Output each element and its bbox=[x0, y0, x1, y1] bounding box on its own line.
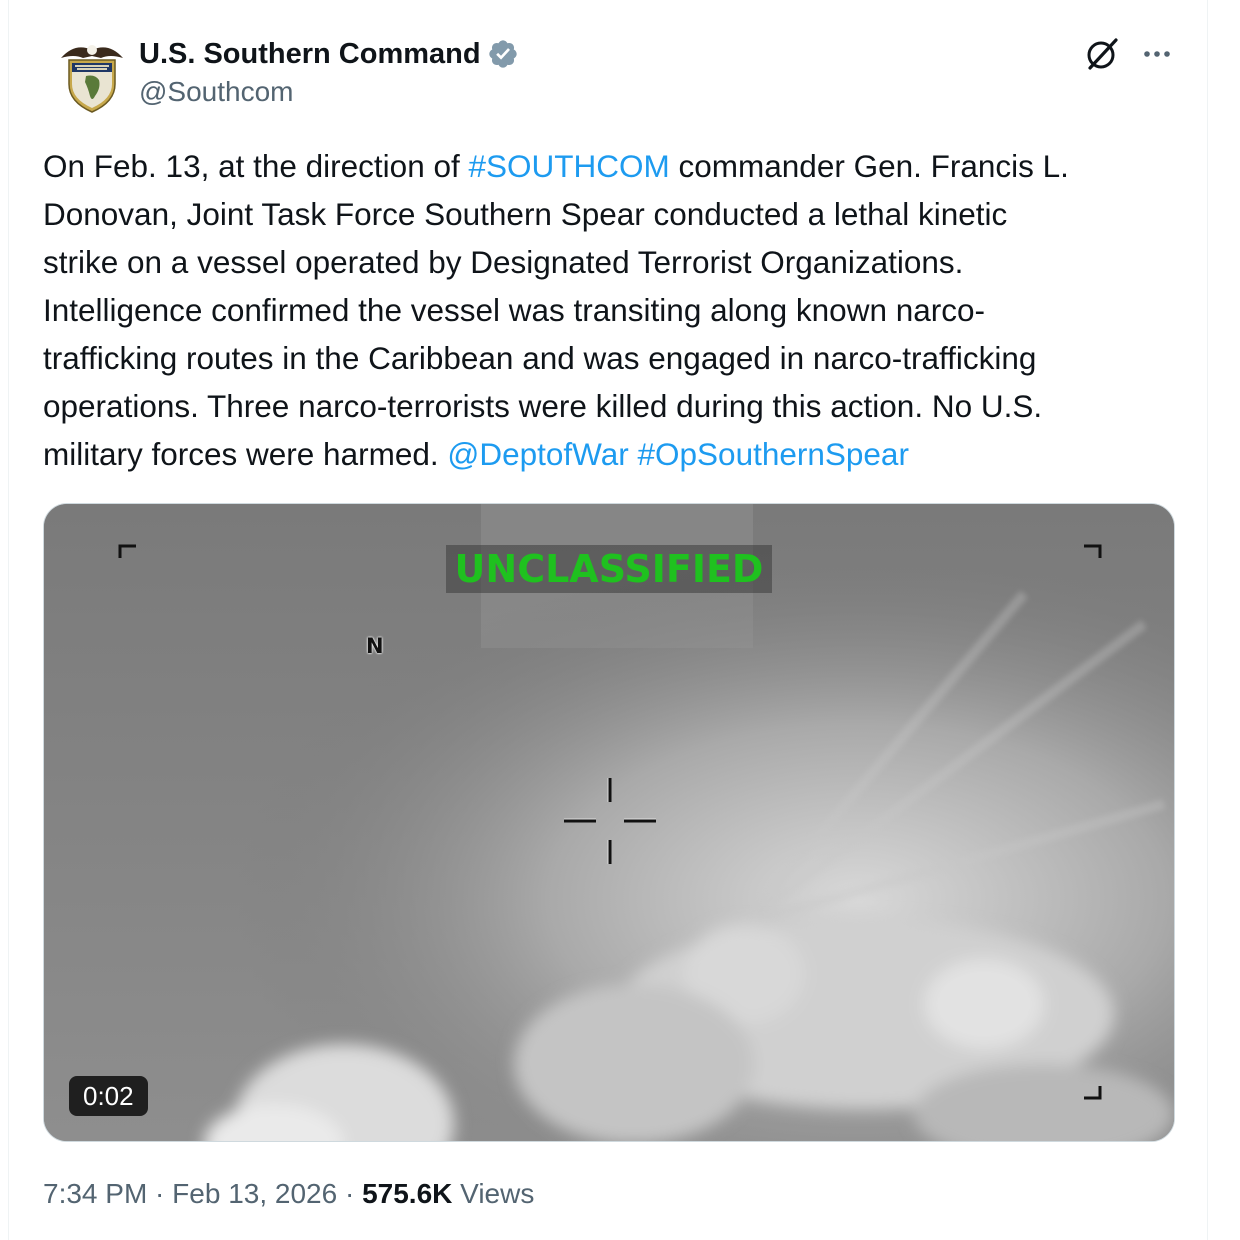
video-player[interactable]: UNCLASSIFIED N 0:02 bbox=[43, 503, 1175, 1142]
author-name-row[interactable]: U.S. Southern Command bbox=[139, 36, 519, 72]
tweet-text: On Feb. 13, at the direction of #SOUTHCO… bbox=[43, 142, 1183, 478]
tweet-text-segment: commander Gen. Francis L. bbox=[669, 148, 1069, 184]
tweet-meta: 7:34 PM · Feb 13, 2026 · 575.6K Views bbox=[43, 1178, 534, 1210]
grok-button[interactable] bbox=[1082, 34, 1122, 74]
more-horizontal-icon bbox=[1144, 51, 1170, 57]
tweet-text-line: On Feb. 13, at the direction of #SOUTHCO… bbox=[43, 142, 1183, 190]
meta-separator: · bbox=[147, 1178, 173, 1209]
tweet-text-line: strike on a vessel operated by Designate… bbox=[43, 238, 1183, 286]
tweet-text-segment: On Feb. 13, at the direction of bbox=[43, 148, 469, 184]
mention-link[interactable]: @DeptofWar bbox=[447, 436, 628, 472]
southcom-seal-icon bbox=[61, 45, 123, 113]
grok-icon bbox=[1087, 38, 1118, 70]
tweet-text-segment: trafficking routes in the Caribbean and … bbox=[43, 340, 1037, 376]
tweet-text-segment: military forces were harmed. bbox=[43, 436, 448, 472]
views-count[interactable]: 575.6K bbox=[362, 1178, 452, 1209]
tweet-text-line: trafficking routes in the Caribbean and … bbox=[43, 334, 1183, 382]
author-display-name[interactable]: U.S. Southern Command bbox=[139, 38, 481, 71]
tweet-text-segment: strike on a vessel operated by Designate… bbox=[43, 244, 964, 280]
tweet-text-line: operations. Three narco-terrorists were … bbox=[43, 382, 1183, 430]
avatar[interactable] bbox=[55, 40, 129, 114]
tweet-text-segment: operations. Three narco-terrorists were … bbox=[43, 388, 1043, 424]
meta-separator-2: · bbox=[337, 1178, 363, 1209]
tweet-text-segment: Donovan, Joint Task Force Southern Spear… bbox=[43, 196, 1008, 232]
tweet-time[interactable]: 7:34 PM bbox=[43, 1178, 147, 1209]
author-handle[interactable]: @Southcom bbox=[139, 76, 294, 108]
classification-label: UNCLASSIFIED bbox=[446, 545, 772, 593]
tweet-text-line: Donovan, Joint Task Force Southern Spear… bbox=[43, 190, 1183, 238]
hashtag-link[interactable]: #SOUTHCOM bbox=[469, 148, 670, 184]
hashtag-link[interactable]: #OpSouthernSpear bbox=[638, 436, 909, 472]
views-label: Views bbox=[452, 1178, 535, 1209]
tweet-text-line: Intelligence confirmed the vessel was tr… bbox=[43, 286, 1183, 334]
video-frame bbox=[44, 504, 1174, 1141]
tweet-text-segment: Intelligence confirmed the vessel was tr… bbox=[43, 292, 986, 328]
tweet-text-line: military forces were harmed. @DeptofWar … bbox=[43, 430, 1183, 478]
more-options-button[interactable] bbox=[1139, 36, 1175, 72]
tweet-date[interactable]: Feb 13, 2026 bbox=[172, 1178, 337, 1209]
verified-badge-icon bbox=[488, 40, 517, 68]
tweet-text-segment bbox=[629, 436, 638, 472]
video-duration-badge: 0:02 bbox=[69, 1076, 148, 1116]
tweet-card: U.S. Southern Command @Southcom On Feb. … bbox=[8, 0, 1208, 1240]
north-indicator: N bbox=[366, 634, 384, 658]
